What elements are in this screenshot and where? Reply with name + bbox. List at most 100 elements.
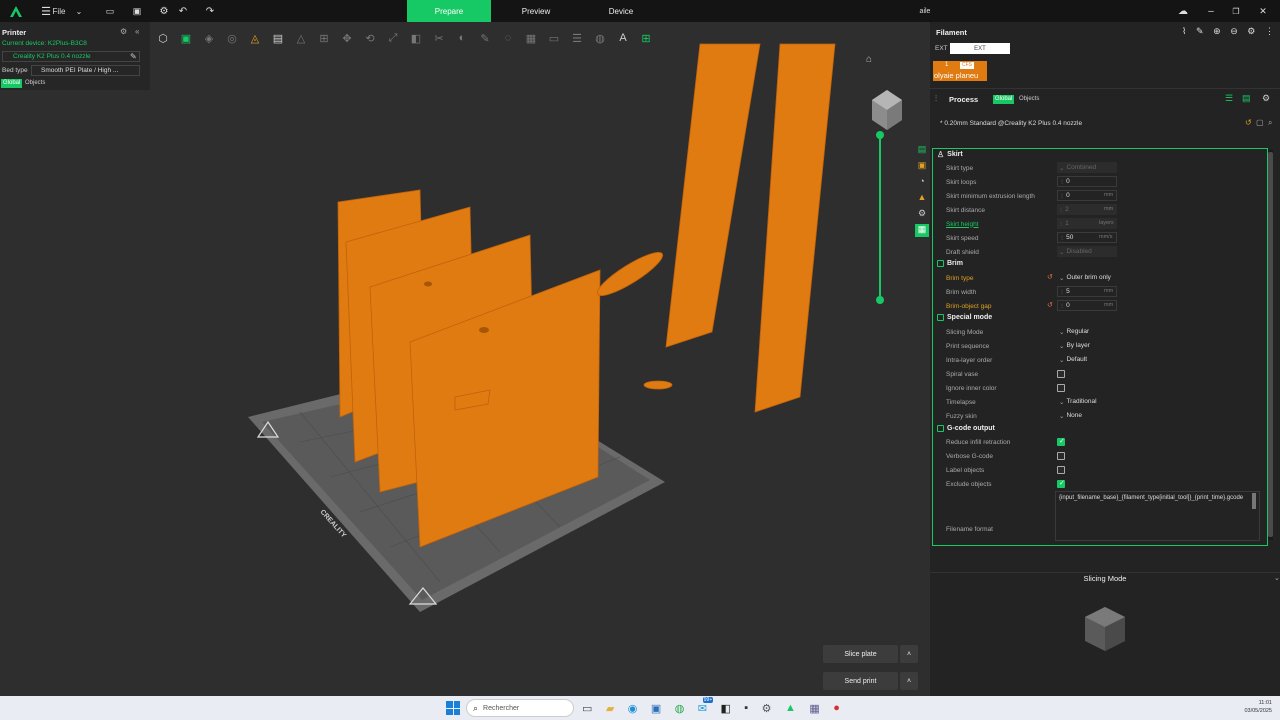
draft-shield-select[interactable]: ⌄ Disabled: [1057, 246, 1117, 257]
3d-viewport[interactable]: CREALITY ⌂ ▤ ▣ ◔ ▲ ⚙ ▦ Slice plate ˄ Sen…: [0, 22, 930, 696]
redo-icon[interactable]: ↷: [203, 3, 217, 19]
bed-type-select[interactable]: Smooth PEI Plate / High ...: [31, 65, 140, 76]
brim-type-select[interactable]: ⌄ Outer brim only: [1057, 272, 1117, 283]
mail-icon[interactable]: ✉ 99+: [698, 696, 714, 715]
file-menu[interactable]: File: [52, 3, 66, 19]
exclude-objects-checkbox[interactable]: [1057, 479, 1065, 488]
quality-icon[interactable]: ▣: [915, 160, 929, 173]
clock[interactable]: 11:01 03/05/2025: [1240, 699, 1272, 715]
creality-print-icon[interactable]: ▲: [785, 702, 796, 714]
scope-global-tab[interactable]: Global: [1, 79, 23, 88]
calculator-icon[interactable]: ▦: [809, 702, 819, 715]
plate-icon[interactable]: ▣: [175, 28, 197, 48]
list-view-icon[interactable]: ☰: [1225, 93, 1233, 104]
split-parts-icon[interactable]: △: [290, 28, 312, 48]
settings-gear-icon[interactable]: ⚙: [762, 702, 772, 715]
chevron-down-icon[interactable]: ⌄: [74, 3, 84, 19]
tab-prepare[interactable]: Prepare: [407, 0, 491, 22]
notion-icon[interactable]: ◧: [720, 702, 730, 715]
reduce-infill-retraction-checkbox[interactable]: [1057, 437, 1065, 446]
process-global-tab[interactable]: Global: [993, 95, 1015, 104]
skirt-height-label[interactable]: Skirt height: [946, 217, 979, 231]
variable-layer-icon[interactable]: ☰: [566, 28, 588, 48]
tab-device[interactable]: Device: [579, 0, 663, 22]
save-preset-icon[interactable]: ▢: [1256, 118, 1264, 127]
support-paint-icon[interactable]: ✎: [474, 28, 496, 48]
measure-icon[interactable]: ▭: [543, 28, 565, 48]
auto-orient-icon[interactable]: ◈: [198, 28, 220, 48]
skirt-brim-icon[interactable]: ▦: [915, 224, 929, 237]
process-objects-tab[interactable]: Objects: [1018, 95, 1040, 104]
textarea-scrollbar[interactable]: [1252, 493, 1256, 509]
reset-preset-icon[interactable]: ↺: [1245, 118, 1252, 127]
view-cube[interactable]: [872, 90, 902, 130]
layer-slider-bottom-handle[interactable]: [876, 296, 884, 304]
text-tool-icon[interactable]: A: [612, 28, 634, 48]
rotate-icon[interactable]: ⟲: [359, 28, 381, 48]
hamburger-menu-icon[interactable]: ☰: [40, 3, 52, 19]
ignore-inner-color-checkbox[interactable]: [1057, 384, 1065, 392]
remove-filament-icon[interactable]: ⊖: [1230, 26, 1238, 37]
maximize-icon[interactable]: ❐: [1229, 3, 1243, 19]
add-filament-icon[interactable]: ⊕: [1213, 26, 1221, 37]
app-red-icon[interactable]: ●: [833, 702, 840, 714]
undo-icon[interactable]: ↶: [176, 3, 190, 19]
filament-edit-icon[interactable]: ✎: [1196, 26, 1204, 37]
save-icon[interactable]: ▣: [130, 3, 144, 19]
scope-objects-tab[interactable]: Objects: [24, 79, 46, 88]
advanced-toggle-icon[interactable]: ⚙: [1262, 93, 1270, 104]
fuzzy-skin-icon[interactable]: ▦: [520, 28, 542, 48]
edge-browser-icon[interactable]: ◉: [628, 702, 638, 715]
intra-layer-order-select[interactable]: ⌄ Default: [1057, 354, 1117, 365]
scale-icon[interactable]: ⤢: [382, 28, 404, 48]
spiral-vase-checkbox[interactable]: [1057, 370, 1065, 378]
speed-icon[interactable]: ◔: [915, 176, 929, 189]
arrange-icon[interactable]: ◎: [221, 28, 243, 48]
mesh-boolean-icon[interactable]: ◐: [451, 28, 473, 48]
split-objects-icon[interactable]: ▤: [267, 28, 289, 48]
filament-more-icon[interactable]: ⋮: [1265, 26, 1274, 37]
tab-preview[interactable]: Preview: [494, 0, 578, 22]
file-explorer-icon[interactable]: ▰: [606, 702, 614, 715]
slicing-mode-select[interactable]: ⌄ Regular: [1057, 326, 1117, 337]
compare-icon[interactable]: ▤: [1242, 93, 1251, 104]
layer-slider-top-handle[interactable]: [876, 131, 884, 139]
reset-value-icon[interactable]: ↺: [1047, 273, 1053, 281]
verbose-gcode-checkbox[interactable]: [1057, 452, 1065, 460]
brim-ears-icon[interactable]: ◍: [589, 28, 611, 48]
others-gear-icon[interactable]: ⚙: [915, 208, 929, 221]
label-objects-checkbox[interactable]: [1057, 466, 1065, 474]
add-cube-icon[interactable]: ⬡: [152, 28, 174, 48]
filament-slot[interactable]: 1 CFS olyaie planeu: [933, 61, 987, 81]
fuzzy-skin-select[interactable]: ⌄ None: [1057, 410, 1117, 421]
send-options-chevron-icon[interactable]: ˄: [900, 672, 918, 690]
task-view-icon[interactable]: ▭: [582, 702, 592, 715]
chrome-icon[interactable]: ◍: [675, 702, 685, 715]
assembly-icon[interactable]: ⊞: [635, 28, 657, 48]
settings-scrollbar[interactable]: [1268, 150, 1273, 540]
taskbar-search[interactable]: ⌕ Rechercher: [466, 699, 574, 717]
slice-options-chevron-icon[interactable]: ˄: [900, 645, 918, 663]
timelapse-select[interactable]: ⌄ Traditional: [1057, 396, 1117, 407]
lay-on-face-icon[interactable]: ◧: [405, 28, 427, 48]
printer-settings-gear-icon[interactable]: ⚙: [120, 27, 127, 36]
filament-settings-gear-icon[interactable]: ⚙: [1247, 26, 1255, 37]
start-windows-icon[interactable]: [446, 701, 460, 715]
skirt-loops-input[interactable]: ⁝ 0: [1057, 176, 1117, 187]
printer-profile-select[interactable]: Creality K2 Plus 0.4 nozzle: [2, 51, 140, 62]
ext-select[interactable]: EXT: [950, 43, 1010, 54]
collapse-panel-icon[interactable]: «: [135, 27, 139, 36]
filament-sync-icon[interactable]: ⌇: [1182, 26, 1186, 37]
store-icon[interactable]: ▣: [651, 702, 661, 715]
model-parts[interactable]: [337, 43, 836, 548]
send-print-button[interactable]: Send print: [823, 672, 898, 690]
settings-gear-icon[interactable]: ⚙: [157, 3, 171, 19]
slice-plate-button[interactable]: Slice plate: [823, 645, 898, 663]
media-icon[interactable]: ▪: [744, 702, 748, 714]
search-icon[interactable]: ⌕: [1268, 118, 1272, 128]
edit-pencil-icon[interactable]: ✎: [130, 52, 137, 61]
process-preset[interactable]: * 0.20mm Standard @Creality K2 Plus 0.4 …: [940, 120, 1082, 127]
print-sequence-select[interactable]: ⌄ By layer: [1057, 340, 1117, 351]
auto-arrange-icon[interactable]: ◬: [244, 28, 266, 48]
close-icon[interactable]: ✕: [1256, 3, 1270, 19]
